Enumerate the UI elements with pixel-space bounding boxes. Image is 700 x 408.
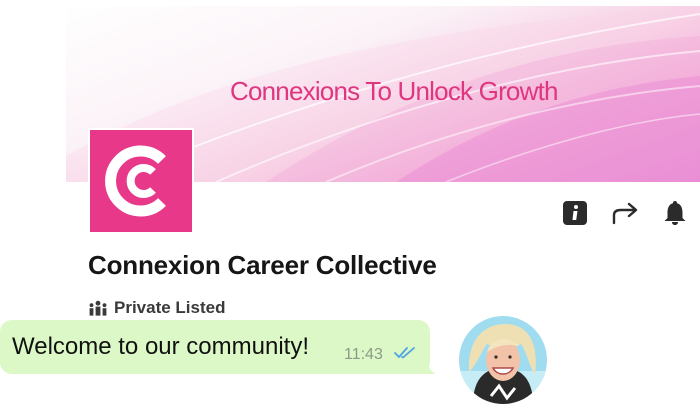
privacy-label: Private Listed bbox=[114, 298, 226, 317]
bubble-tail bbox=[420, 350, 436, 374]
group-people-icon bbox=[89, 300, 107, 316]
info-icon[interactable] bbox=[563, 200, 587, 226]
bell-icon[interactable] bbox=[662, 200, 688, 226]
group-logo bbox=[88, 128, 194, 234]
sender-avatar[interactable] bbox=[459, 316, 547, 404]
privacy-status: Private Listed bbox=[88, 298, 226, 318]
banner-tagline: Connexions To Unlock Growth bbox=[230, 76, 558, 106]
share-arrow-icon[interactable] bbox=[610, 200, 640, 226]
double-check-icon bbox=[394, 347, 415, 359]
message-time: 11:43 bbox=[344, 346, 383, 363]
group-name: Connexion Career Collective bbox=[88, 250, 437, 280]
group-actions bbox=[560, 200, 700, 230]
connexion-c-logo-icon bbox=[105, 145, 166, 217]
message-text: Welcome to our community! bbox=[12, 333, 309, 360]
avatar-photo bbox=[459, 316, 547, 404]
